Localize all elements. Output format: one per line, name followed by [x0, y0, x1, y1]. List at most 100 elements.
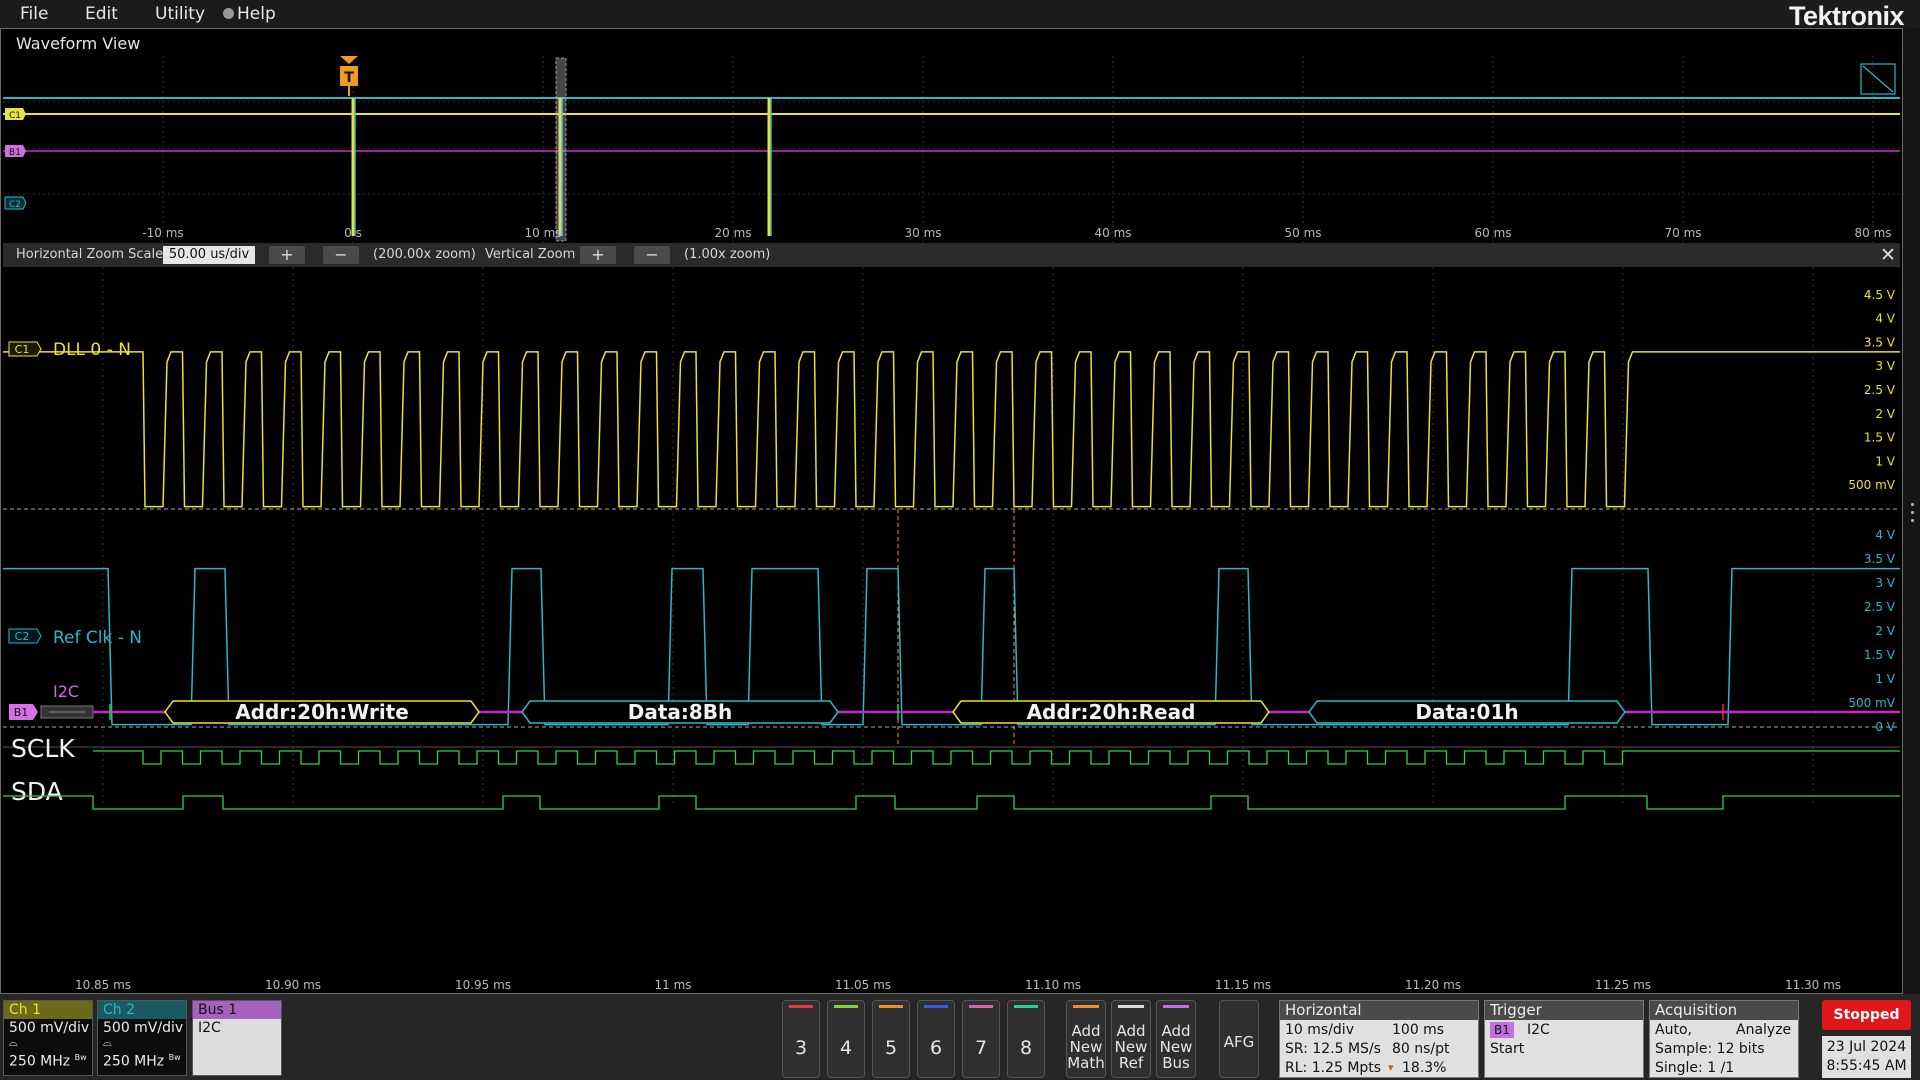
- channel-5-button[interactable]: 5: [872, 1000, 910, 1078]
- trigger-condition: Start: [1490, 1041, 1525, 1057]
- trigger-title: Trigger: [1485, 1001, 1643, 1020]
- horizontal-panel[interactable]: Horizontal 10 ms/div 100 ms SR: 12.5 MS/…: [1279, 1000, 1479, 1078]
- c2-badge[interactable]: C2: [8, 628, 42, 644]
- bus1-type: I2C: [198, 1020, 221, 1036]
- horizontal-zoom-scale-input[interactable]: [163, 246, 255, 264]
- sclk-waveform: [93, 750, 1900, 765]
- ch1-bandwidth-sup: Bw: [74, 1053, 87, 1062]
- ch2-coupling-icon: ⌓: [103, 1036, 112, 1049]
- zoom-plot[interactable]: 4.5 V 4 V 3.5 V 3 V 2.5 V 2 V 1.5 V 1 V 500 mV 4…: [3, 267, 1900, 993]
- overview-time-label: 80 ms: [1854, 226, 1891, 240]
- channel-color-bar: [969, 1005, 993, 1008]
- c2-name-label: Ref Clk - N: [53, 628, 142, 648]
- horizontal-zoom-in-button[interactable]: +: [269, 246, 305, 264]
- menu-help[interactable]: Help: [223, 4, 276, 24]
- zoom-close-icon[interactable]: ✕: [1880, 244, 1896, 266]
- ch2-title: Ch 2: [98, 1001, 186, 1019]
- c1-badge-label: C1: [15, 343, 30, 356]
- run-stop-status-button[interactable]: Stopped: [1822, 1000, 1911, 1030]
- vertical-zoom-in-button[interactable]: +: [580, 246, 616, 264]
- sda-label: SDA: [11, 777, 63, 806]
- channel-4-button[interactable]: 4: [827, 1000, 865, 1078]
- channel-6-button[interactable]: 6: [917, 1000, 955, 1078]
- trigger-type: I2C: [1527, 1022, 1550, 1038]
- horizontal-record-time: 100 ms: [1392, 1022, 1445, 1038]
- bottom-control-bar: Ch 1 500 mV/div ⌓ 250 MHz Bw Ch 2 500 mV…: [0, 994, 1920, 1080]
- c2-voltage-label: 0 V: [1875, 720, 1895, 734]
- ch2-badge[interactable]: Ch 2 500 mV/div ⌓ 250 MHz Bw: [97, 1000, 187, 1076]
- c2-badge-label: C2: [15, 630, 30, 643]
- zoom-time-label: 10.95 ms: [455, 978, 511, 992]
- c2-voltage-label: 4 V: [1875, 528, 1895, 542]
- channel-3-button[interactable]: 3: [782, 1000, 820, 1078]
- overview-time-label: 30 ms: [904, 226, 941, 240]
- zoom-time-label: 10.85 ms: [75, 978, 131, 992]
- add-new-bus-label: Add New Bus: [1159, 1022, 1193, 1072]
- trigger-panel[interactable]: Trigger B1 I2C Start: [1484, 1000, 1644, 1078]
- channel-button-label: 4: [839, 1037, 853, 1059]
- menu-file[interactable]: File: [20, 4, 48, 24]
- position-icon: ▾: [1388, 1061, 1394, 1074]
- sclk-label: SCLK: [11, 734, 75, 763]
- menu-bar: File Edit Utility Help Tektronix: [0, 0, 1920, 31]
- c1-voltage-label: 1.5 V: [1864, 431, 1896, 445]
- bus1-badge[interactable]: Bus 1 I2C: [192, 1000, 282, 1076]
- channel-color-bar: [879, 1005, 903, 1008]
- bus-badge[interactable]: B1: [9, 704, 38, 720]
- handle-dot: [1911, 503, 1914, 506]
- trigger-marker[interactable]: T: [340, 56, 358, 96]
- bus1-title: Bus 1: [193, 1001, 281, 1019]
- bus-packet-label: Data:01h: [1415, 700, 1518, 724]
- channel-button-label: 5: [884, 1037, 898, 1059]
- channel-color-bar: [1014, 1005, 1038, 1008]
- sda-waveform: [3, 795, 1900, 810]
- acquisition-panel[interactable]: Acquisition Auto, Analyze Sample: 12 bit…: [1649, 1000, 1799, 1078]
- ch1-badge[interactable]: Ch 1 500 mV/div ⌓ 250 MHz Bw: [3, 1000, 93, 1076]
- overview-cursor-icon[interactable]: [1860, 63, 1896, 95]
- c1-voltage-label: 500 mV: [1848, 478, 1895, 492]
- overview-marker-b1-label: B1: [9, 148, 21, 158]
- overview-time-label: 40 ms: [1094, 226, 1131, 240]
- zoom-time-label: 11 ms: [654, 978, 691, 992]
- channel-color-bar: [924, 1005, 948, 1008]
- c1-badge[interactable]: C1: [8, 341, 42, 357]
- overview-time-label: 20 ms: [714, 226, 751, 240]
- vertical-zoom-out-button[interactable]: −: [634, 246, 670, 264]
- channel-color-bar: [834, 1005, 858, 1008]
- c2-voltage-label: 3 V: [1875, 576, 1895, 590]
- add-new-math-button[interactable]: Add New Math: [1066, 1000, 1106, 1078]
- afg-label: AFG: [1223, 1033, 1255, 1051]
- c2-voltage-label: 2.5 V: [1864, 600, 1896, 614]
- overview-time-label: -10 ms: [142, 226, 183, 240]
- c1-voltage-label: 2.5 V: [1864, 383, 1896, 397]
- horizontal-zoom-label: Horizontal Zoom Scale: [16, 247, 164, 262]
- c1-voltage-label: 1 V: [1875, 454, 1895, 468]
- overview-burst-1: [351, 98, 356, 236]
- c1-waveform: [3, 351, 1900, 508]
- channel-7-button[interactable]: 7: [962, 1000, 1000, 1078]
- zoom-time-label: 11.20 ms: [1405, 978, 1461, 992]
- c1-voltage-label: 4.5 V: [1864, 288, 1896, 302]
- add-new-ref-button[interactable]: Add New Ref: [1111, 1000, 1151, 1078]
- horizontal-scale: 10 ms/div: [1285, 1022, 1354, 1038]
- add-new-bus-button[interactable]: Add New Bus: [1156, 1000, 1196, 1078]
- menu-utility[interactable]: Utility: [155, 4, 205, 24]
- c1-name-label: DLL 0 - N: [53, 340, 131, 360]
- c2-voltage-label: 1 V: [1875, 672, 1895, 686]
- acquisition-title: Acquisition: [1650, 1001, 1798, 1020]
- zoom-time-label: 11.30 ms: [1785, 978, 1841, 992]
- channel-button-label: 3: [794, 1037, 808, 1059]
- acquisition-single: Single: 1 /1: [1655, 1060, 1735, 1076]
- menu-edit[interactable]: Edit: [85, 4, 118, 24]
- overview-time-label: 0 s: [344, 226, 362, 240]
- overview-grid: [3, 56, 1900, 243]
- afg-button[interactable]: AFG: [1219, 1000, 1259, 1078]
- overview-plot[interactable]: T C1 B1 C2 -10 ms 0 s 10 ms 20 ms 30 ms 40 ms…: [3, 56, 1900, 243]
- channel-8-button[interactable]: 8: [1007, 1000, 1045, 1078]
- horizontal-zoom-factor: (200.00x zoom): [373, 247, 476, 262]
- channel-button-label: 6: [929, 1037, 943, 1059]
- date-time-display: 23 Jul 2024 8:55:45 AM: [1822, 1036, 1911, 1078]
- date-label: 23 Jul 2024: [1826, 1039, 1907, 1055]
- zoom-window-marker[interactable]: [555, 57, 567, 242]
- horizontal-zoom-out-button[interactable]: −: [323, 246, 359, 264]
